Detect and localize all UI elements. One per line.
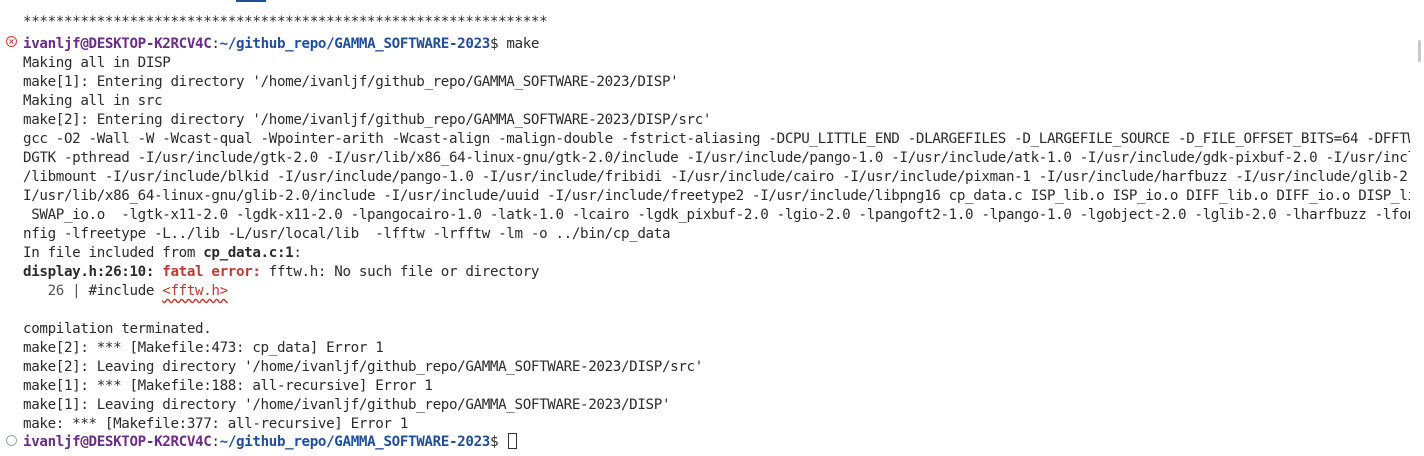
prompt-user-host: ivanljf@DESKTOP-K2RCV4C [23,434,212,450]
prompt-line: ivanljf@DESKTOP-K2RCV4C:~/github_repo/GA… [23,35,539,54]
prompt-path: ~/github_repo/GAMMA_SOFTWARE-2023 [219,36,491,52]
error-location: display.h:26:10: [23,264,155,280]
output-line: make[2]: Entering directory '/home/ivanl… [23,112,712,128]
vertical-scrollbar[interactable] [1412,0,1424,456]
fatal-error-line: display.h:26:10: fatal error: fftw.h: No… [23,263,539,282]
output-line: make[2]: *** [Makefile:473: cp_data] Err… [23,340,384,356]
included-suffix: : [293,245,302,261]
snippet-code: #include [88,283,163,299]
output-line: Making all in DISP [23,55,171,71]
prompt-command: make [498,36,540,52]
scrollbar-thumb[interactable] [1418,40,1421,62]
output-line: Making all in src [23,93,163,109]
output-line: make[1]: Leaving directory '/home/ivanlj… [23,397,671,413]
prompt-colon: : [211,434,220,450]
snippet-error-token: <fftw.h> [162,283,228,299]
error-circle-icon[interactable]: × [6,36,17,47]
scroll-edge-marker [236,0,266,2]
code-snippet-line: 26 | #include <fftw.h> [23,282,229,301]
output-line: SWAP_io.o -lgtk-x11-2.0 -lgdk-x11-2.0 -l… [23,207,1410,223]
prompt-symbol: $ [489,36,499,52]
output-line: gcc -O2 -Wall -W -Wcast-qual -Wpointer-a… [23,131,1410,147]
snippet-gutter: 26 | [23,283,89,299]
text-cursor[interactable] [508,433,518,449]
output-line: make[2]: Leaving directory '/home/ivanlj… [23,359,703,375]
prompt-symbol: $ [489,434,499,450]
output-line: nfig -lfreetype -L../lib -L/usr/local/li… [23,226,671,242]
output-line: DGTK -pthread -I/usr/include/gtk-2.0 -I/… [23,150,1410,166]
prompt-command [498,434,506,450]
included-from-line: In file included from cp_data.c:1: [23,244,302,263]
error-message: fftw.h: No such file or directory [260,264,540,280]
empty-circle-icon[interactable] [6,435,17,446]
prompt-colon: : [211,36,220,52]
output-line: I/usr/lib/x86_64-linux-gnu/glib-2.0/incl… [23,188,1410,204]
terminal-output[interactable]: ****************************************… [0,0,1410,456]
output-line: make: *** [Makefile:377: all-recursive] … [23,416,409,432]
prompt-path: ~/github_repo/GAMMA_SOFTWARE-2023 [219,434,491,450]
error-label: fatal error: [154,264,261,280]
output-line: make[1]: *** [Makefile:188: all-recursiv… [23,378,433,394]
prompt-line: ivanljf@DESKTOP-K2RCV4C:~/github_repo/GA… [23,433,518,452]
included-file: cp_data.c:1 [203,245,294,261]
prompt-user-host: ivanljf@DESKTOP-K2RCV4C [23,36,212,52]
output-line: compilation terminated. [23,321,212,337]
included-prefix: In file included from [23,245,204,261]
output-line: make[1]: Entering directory '/home/ivanl… [23,74,679,90]
asterisk-banner: ****************************************… [23,14,548,30]
output-line: /libmount -I/usr/include/blkid -I/usr/in… [23,169,1410,185]
